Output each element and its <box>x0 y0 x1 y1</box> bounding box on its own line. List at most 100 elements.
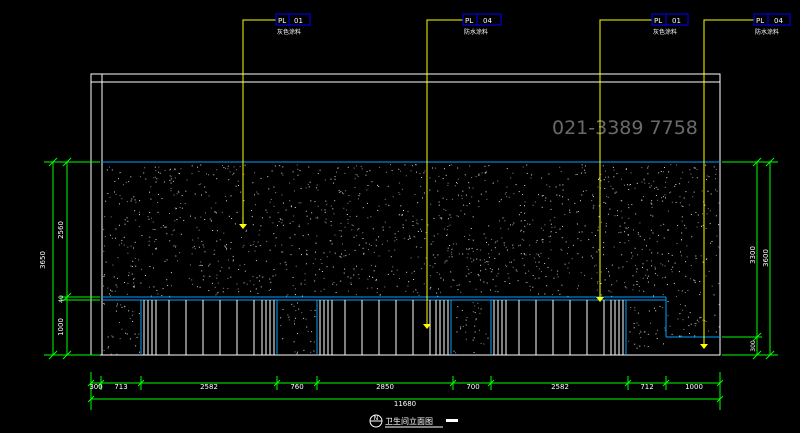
speckle-dot <box>640 331 642 333</box>
speckle-dot <box>287 294 289 296</box>
speckle-dot <box>554 226 556 228</box>
speckle-dot <box>314 201 316 203</box>
speckle-dot <box>475 288 477 290</box>
speckle-dot <box>600 180 602 182</box>
speckle-dot <box>150 186 152 188</box>
speckle-dot <box>615 191 617 193</box>
speckle-dot <box>674 185 676 187</box>
speckle-dot <box>228 215 230 217</box>
speckle-dot <box>332 208 334 210</box>
speckle-dot <box>542 241 544 243</box>
speckle-dot <box>636 322 638 324</box>
speckle-dot <box>497 180 499 182</box>
speckle-dot <box>457 215 459 217</box>
speckle-dot <box>476 248 478 250</box>
speckle-dot <box>306 215 308 217</box>
speckle-dot <box>288 319 290 321</box>
speckle-dot <box>455 243 457 245</box>
speckle-dot <box>174 207 176 209</box>
speckle-dot <box>114 180 116 182</box>
speckle-dot <box>259 229 261 231</box>
speckle-dot <box>651 206 653 208</box>
speckle-dot <box>412 221 414 223</box>
speckle-dot <box>556 273 558 275</box>
speckle-dot <box>150 217 152 219</box>
speckle-dot <box>347 290 349 292</box>
speckle-dot <box>604 279 606 281</box>
speckle-dot <box>539 268 540 270</box>
speckle-dot <box>472 216 474 218</box>
speckle-dot <box>438 215 440 217</box>
speckle-dot <box>450 216 452 218</box>
speckle-dot <box>592 207 594 209</box>
speckle-dot <box>178 172 180 174</box>
speckle-dot <box>501 237 503 239</box>
speckle-dot <box>604 188 606 189</box>
speckle-dot <box>230 242 232 243</box>
speckle-dot <box>314 316 316 318</box>
speckle-dot <box>366 189 368 191</box>
speckle-dot <box>216 274 218 276</box>
speckle-dot <box>204 251 206 253</box>
speckle-dot <box>430 243 432 245</box>
speckle-dot <box>510 224 511 226</box>
speckle-dot <box>277 212 279 214</box>
speckle-dot <box>123 244 125 246</box>
speckle-dot <box>474 331 476 333</box>
speckle-dot <box>122 184 124 186</box>
speckle-dot <box>548 236 550 238</box>
speckle-dot <box>367 278 369 280</box>
speckle-dot <box>608 181 610 183</box>
speckle-dot <box>255 246 257 248</box>
speckle-dot <box>596 251 598 253</box>
speckle-dot <box>639 222 641 224</box>
speckle-dot <box>330 221 332 222</box>
speckle-dot <box>468 239 470 241</box>
speckle-dot <box>281 172 283 174</box>
speckle-dot <box>496 240 498 242</box>
speckle-dot <box>490 289 491 291</box>
speckle-dot <box>672 266 674 268</box>
speckle-dot <box>336 284 337 286</box>
speckle-dot <box>628 340 630 342</box>
speckle-dot <box>103 228 105 230</box>
speckle-dot <box>591 199 593 201</box>
speckle-dot <box>333 282 335 283</box>
speckle-dot <box>248 251 250 253</box>
speckle-dot <box>438 204 440 206</box>
speckle-dot <box>121 198 123 200</box>
speckle-dot <box>238 185 239 186</box>
speckle-dot <box>691 236 693 238</box>
speckle-dot <box>706 178 708 180</box>
speckle-dot <box>381 243 383 245</box>
speckle-dot <box>680 177 682 179</box>
speckle-dot <box>233 259 234 261</box>
speckle-dot <box>215 294 217 296</box>
speckle-dot <box>134 285 135 287</box>
speckle-dot <box>233 172 235 174</box>
speckle-dot <box>603 246 605 248</box>
speckle-dot <box>664 167 665 168</box>
speckle-dot <box>173 245 175 247</box>
speckle-dot <box>236 283 238 285</box>
speckle-dot <box>539 256 541 258</box>
speckle-dot <box>505 246 507 248</box>
speckle-dot <box>130 245 132 247</box>
speckle-dot <box>235 169 237 171</box>
speckle-dot <box>486 241 487 243</box>
speckle-dot <box>177 260 178 262</box>
speckle-dot <box>300 282 302 284</box>
speckle-dot <box>568 272 570 274</box>
speckle-dot <box>209 275 211 277</box>
speckle-dot <box>529 254 531 255</box>
speckle-dot <box>644 331 646 333</box>
speckle-dot <box>523 264 525 266</box>
speckle-dot <box>271 170 273 172</box>
speckle-dot <box>170 182 172 184</box>
speckle-dot <box>404 164 406 166</box>
speckle-dot <box>138 333 140 335</box>
speckle-dot <box>391 270 393 272</box>
speckle-dot <box>681 220 683 222</box>
speckle-dot <box>297 333 299 335</box>
speckle-dot <box>281 244 283 246</box>
